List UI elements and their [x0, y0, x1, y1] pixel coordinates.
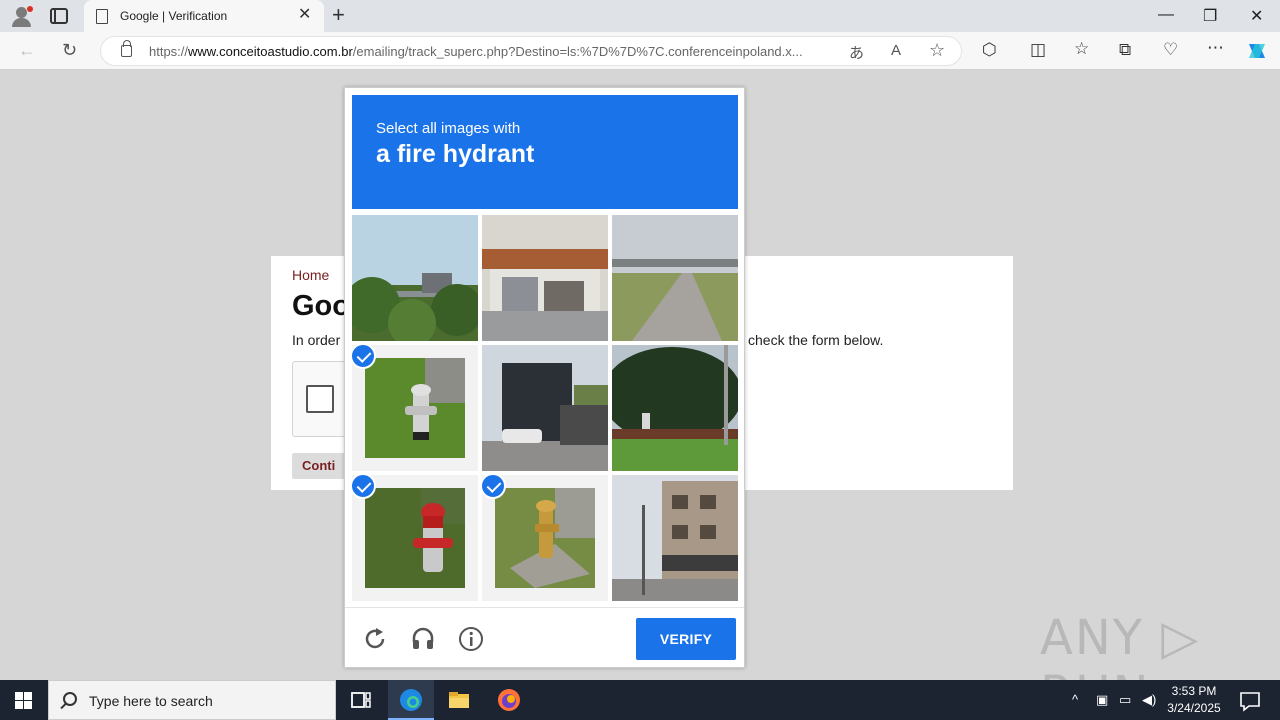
new-tab-button[interactable]: +	[332, 4, 345, 26]
lock-icon[interactable]	[121, 40, 132, 57]
tile-hedge-hydrant[interactable]	[612, 345, 738, 471]
recaptcha-checkbox[interactable]	[306, 385, 334, 413]
tile-trees-overpass[interactable]	[352, 215, 478, 341]
info-icon[interactable]	[458, 626, 484, 652]
tab-title: Google | Verification	[120, 9, 228, 23]
tile-road-bridge[interactable]	[612, 215, 738, 341]
tile-dark-building-street[interactable]	[482, 345, 608, 471]
tile-image	[482, 345, 608, 471]
breadcrumb[interactable]: Home	[292, 267, 329, 283]
copilot-icon[interactable]	[1245, 40, 1269, 62]
refresh-icon[interactable]: ↻	[62, 40, 77, 60]
restore-button[interactable]: ❐	[1203, 6, 1217, 26]
tile-image	[352, 215, 478, 341]
tile-image	[612, 215, 738, 341]
verify-button[interactable]: VERIFY	[636, 618, 736, 660]
network-icon[interactable]: ▭	[1119, 692, 1131, 708]
more-menu-icon[interactable]: ⋯	[1207, 38, 1224, 58]
tab-google-verification[interactable]: Google | Verification ✕	[84, 0, 324, 32]
challenge-instruction: Select all images with	[376, 120, 521, 137]
challenge-target: a fire hydrant	[376, 140, 535, 168]
tab-actions-icon[interactable]	[50, 8, 68, 24]
minimize-button[interactable]: —	[1158, 6, 1174, 24]
read-aloud-icon[interactable]: A	[891, 42, 901, 59]
favorite-star-icon[interactable]: ☆	[929, 40, 945, 61]
audio-challenge-icon[interactable]	[410, 626, 436, 652]
taskbar: Type here to search ^ ▣ ▭ ◀) 3:53 PM 3/2…	[0, 680, 1280, 720]
image-challenge-dialog: Select all images with a fire hydrant VE…	[344, 87, 745, 668]
tab-bar: Google | Verification ✕ + — ❐ ✕	[0, 0, 1280, 32]
challenge-footer: VERIFY	[345, 607, 744, 668]
tray-device-icon[interactable]: ▣	[1096, 692, 1108, 708]
windows-start-icon[interactable]	[15, 692, 32, 709]
tray-chevron-icon[interactable]: ^	[1072, 692, 1078, 707]
tile-image	[365, 488, 465, 588]
back-icon[interactable]: ←	[18, 40, 36, 60]
file-explorer-icon[interactable]	[446, 687, 472, 713]
challenge-header: Select all images with a fire hydrant	[352, 95, 738, 209]
address-toolbar: ← ↻ https://www.conceitoastudio.com.br/e…	[0, 32, 1280, 70]
profile-icon[interactable]	[10, 5, 34, 27]
tab-close-icon[interactable]: ✕	[298, 7, 311, 23]
tile-red-hydrant[interactable]	[352, 475, 478, 601]
task-view-icon[interactable]	[348, 687, 374, 713]
tile-image	[482, 215, 608, 341]
search-placeholder: Type here to search	[89, 693, 213, 709]
tile-building-mural[interactable]	[482, 215, 608, 341]
split-screen-icon[interactable]: ◫	[1030, 40, 1046, 60]
tile-image	[495, 488, 595, 588]
url-text[interactable]: https://www.conceitoastudio.com.br/email…	[149, 44, 839, 59]
firefox-icon[interactable]	[496, 687, 522, 713]
window-close-button[interactable]: ✕	[1250, 6, 1263, 26]
taskbar-search-box[interactable]: Type here to search	[48, 680, 336, 720]
volume-icon[interactable]: ◀)	[1142, 692, 1156, 708]
page-title: Goo	[292, 290, 350, 322]
notifications-icon[interactable]	[1237, 688, 1263, 714]
browser-essentials-icon[interactable]: ♡	[1163, 40, 1178, 60]
image-grid	[352, 215, 738, 601]
tile-image	[612, 345, 738, 471]
translate-icon[interactable]: あ	[849, 42, 864, 63]
taskbar-clock[interactable]: 3:53 PM 3/24/2025	[1160, 683, 1228, 717]
extensions-icon[interactable]: ⬡	[982, 40, 997, 60]
tile-image	[612, 475, 738, 601]
tile-image	[365, 358, 465, 458]
page-icon	[96, 9, 108, 24]
favorites-icon[interactable]: ☆	[1074, 39, 1089, 59]
address-bar[interactable]: https://www.conceitoastudio.com.br/email…	[100, 36, 962, 66]
tile-town-street[interactable]	[612, 475, 738, 601]
edge-browser-icon[interactable]	[398, 687, 424, 713]
reload-challenge-icon[interactable]	[362, 626, 388, 652]
tile-silver-hydrant[interactable]	[352, 345, 478, 471]
tile-yellow-hydrant[interactable]	[482, 475, 608, 601]
search-icon	[63, 692, 77, 706]
collections-icon[interactable]: ⧉	[1119, 40, 1131, 60]
